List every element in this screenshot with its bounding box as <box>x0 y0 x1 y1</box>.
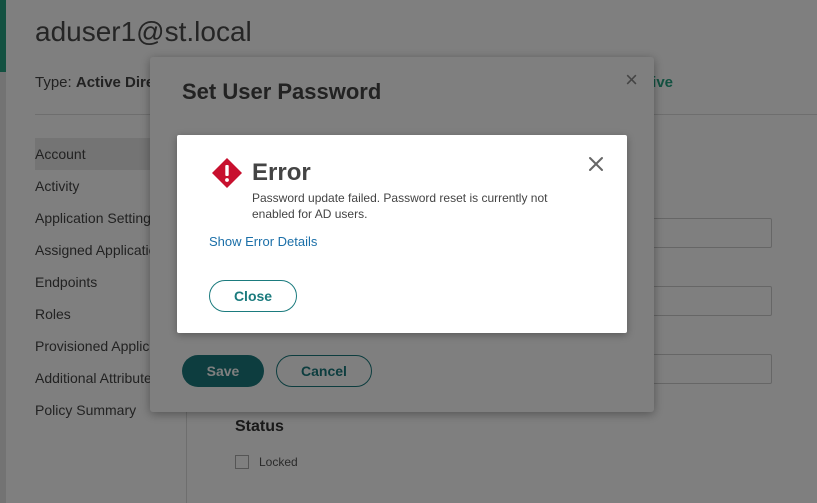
show-error-details-link[interactable]: Show Error Details <box>209 234 317 249</box>
error-title: Error <box>252 159 311 186</box>
close-button[interactable]: Close <box>209 280 297 312</box>
error-icon <box>212 158 242 188</box>
error-message: Password update failed. Password reset i… <box>252 191 548 221</box>
close-icon[interactable] <box>587 155 605 173</box>
error-dialog: Error Password update failed. Password r… <box>177 135 627 333</box>
